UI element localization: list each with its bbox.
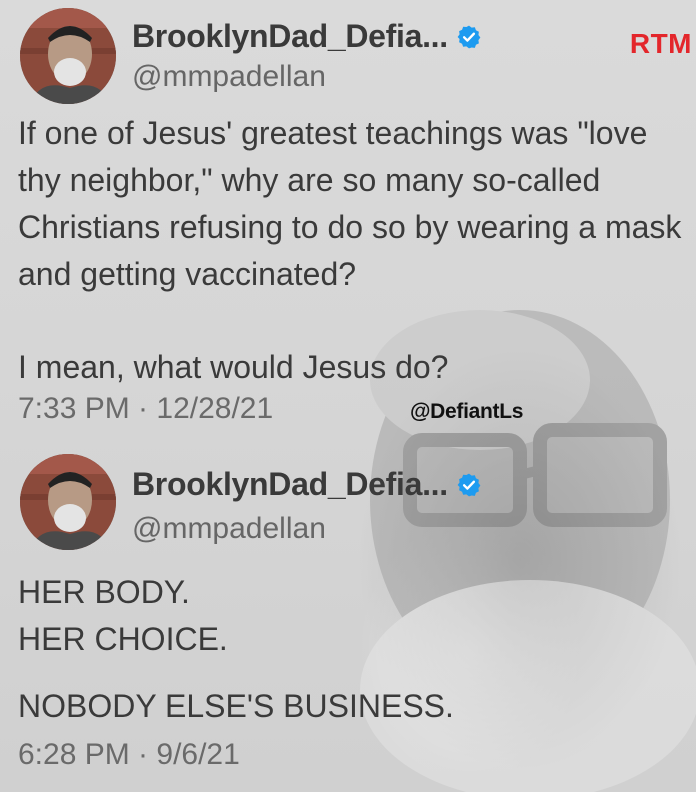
- tweet-text-line: HER BODY.: [18, 574, 190, 610]
- tweet-timestamp[interactable]: 6:28 PM · 9/6/21: [18, 738, 240, 772]
- brand-logo: RTM: [629, 28, 692, 59]
- author-display-name[interactable]: BrooklynDad_Defia...: [132, 466, 448, 503]
- avatar-image: [20, 454, 116, 550]
- watermark: @DefiantLs: [410, 400, 524, 423]
- avatar[interactable]: [20, 8, 116, 104]
- verified-badge-icon: [457, 473, 481, 496]
- author-name-row[interactable]: BrooklynDad_Defia...: [132, 466, 482, 503]
- avatar-image: [20, 8, 116, 104]
- tweet-text: I mean, what would Jesus do?: [18, 349, 449, 385]
- tweet-timestamp[interactable]: 7:33 PM · 12/28/21: [18, 392, 273, 426]
- avatar[interactable]: [20, 454, 116, 550]
- author-display-name[interactable]: BrooklynDad_Defia...: [132, 18, 448, 55]
- author-name-row[interactable]: BrooklynDad_Defia...: [132, 18, 482, 55]
- author-handle[interactable]: @mmpadellan: [132, 512, 326, 546]
- tweet-text-line: HER CHOICE.: [18, 621, 228, 657]
- verified-badge-icon: [457, 25, 481, 48]
- tweet-text: If one of Jesus' greatest teachings was …: [18, 115, 682, 292]
- tweet-text-line: NOBODY ELSE'S BUSINESS.: [18, 688, 454, 724]
- author-handle[interactable]: @mmpadellan: [132, 60, 326, 94]
